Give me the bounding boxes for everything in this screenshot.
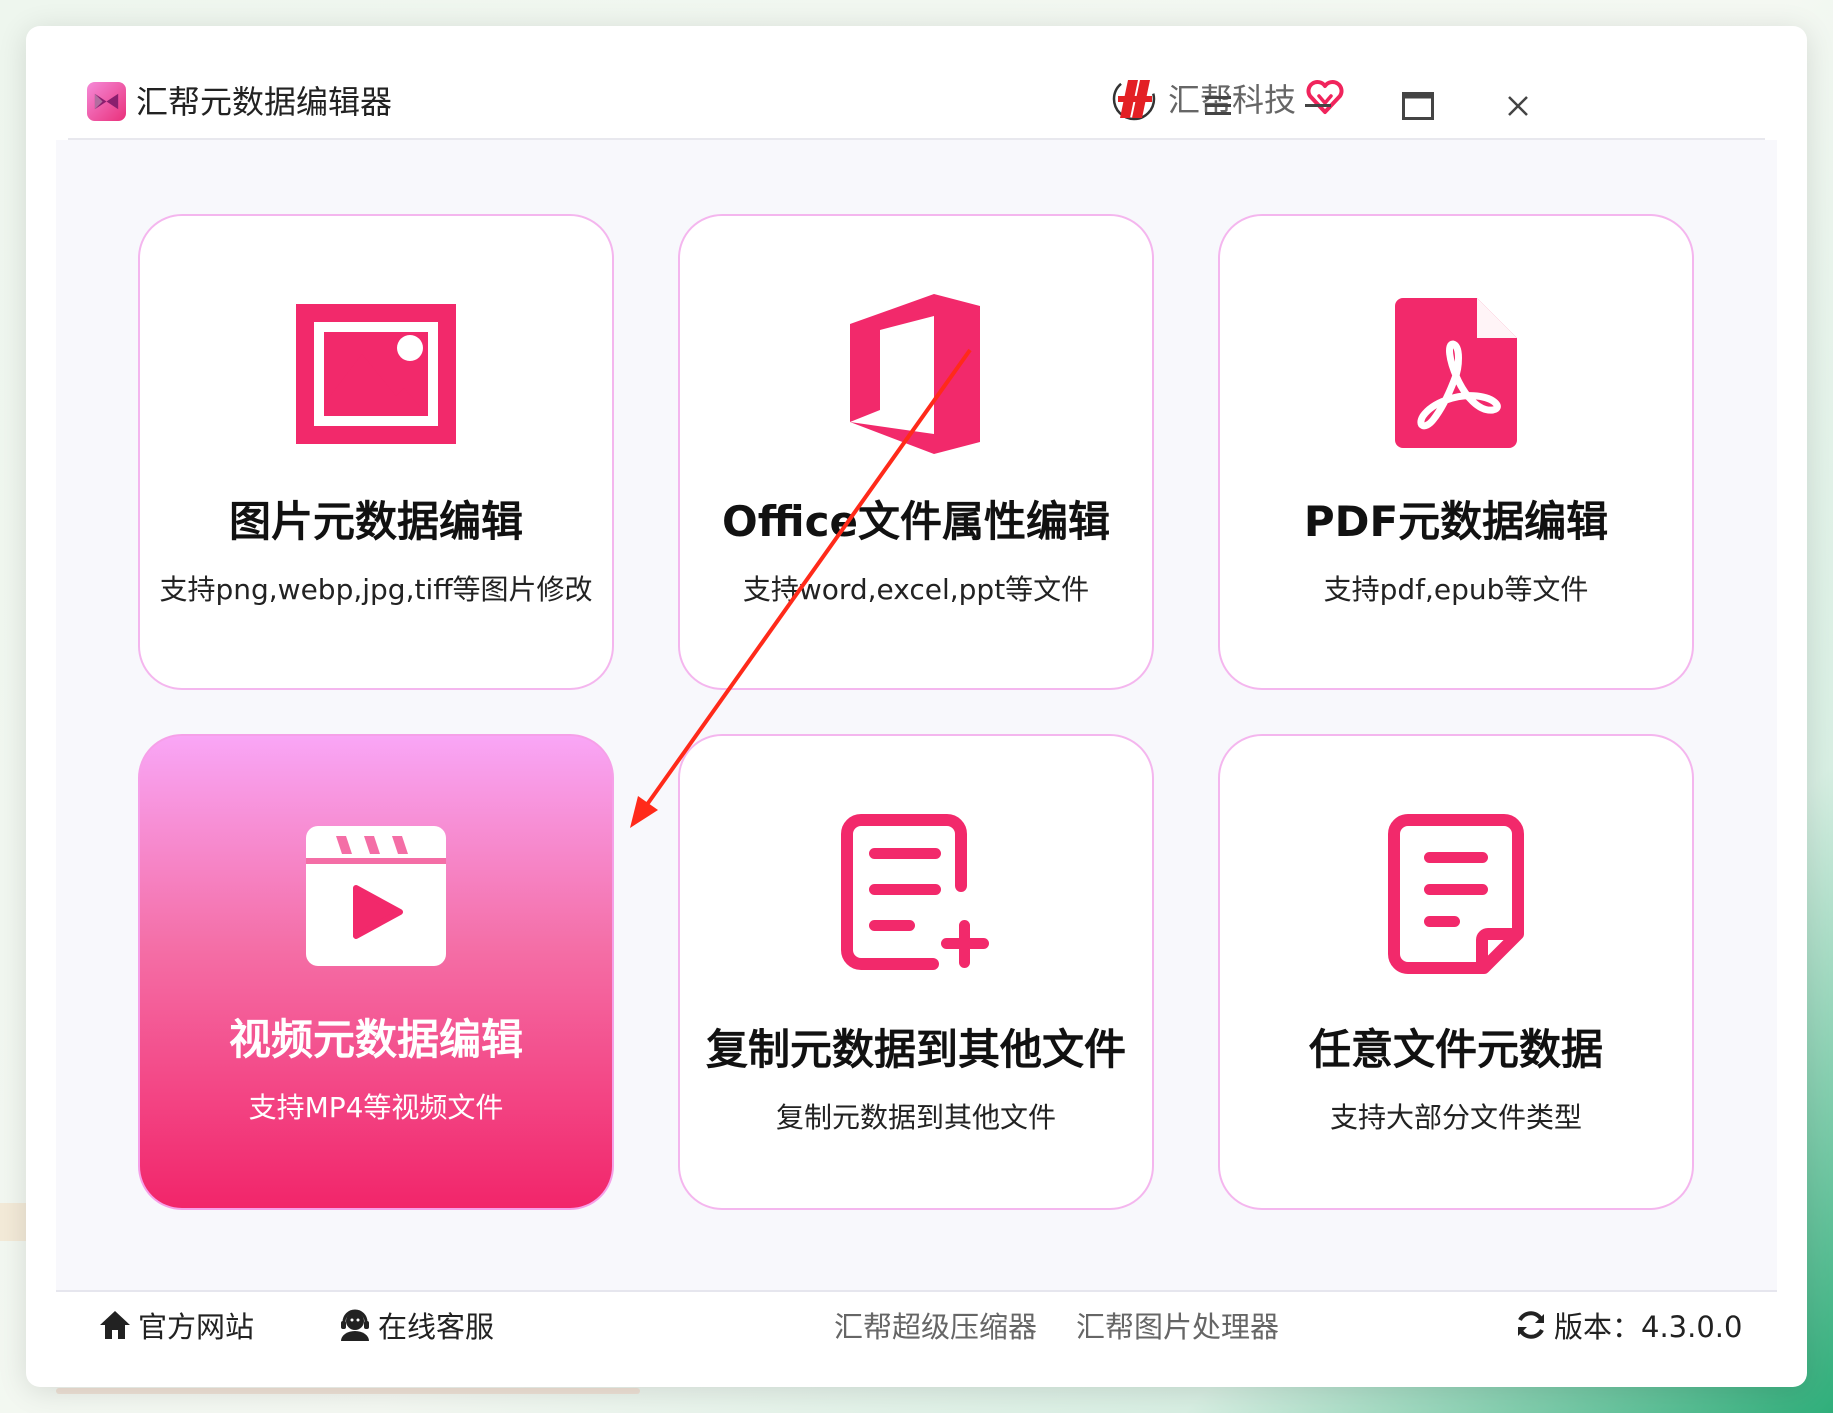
card-description: 支持png,webp,jpg,tiff等图片修改 <box>159 573 593 606</box>
document-add-icon <box>841 814 989 970</box>
card-title: 任意文件元数据 <box>1308 1025 1603 1074</box>
app-window: 汇帮元数据编辑器 汇帮科技 图片元数据编辑 支持png,webp,jpg,tif… <box>26 26 1807 1387</box>
video-icon <box>306 826 446 966</box>
card-title: 图片元数据编辑 <box>228 497 523 546</box>
close-icon <box>1508 96 1528 116</box>
card-pdf-metadata[interactable]: PDF元数据编辑 支持pdf,epub等文件 <box>1218 214 1694 690</box>
card-description: 复制元数据到其他文件 <box>775 1101 1056 1134</box>
home-icon <box>100 1311 130 1339</box>
refresh-icon <box>1518 1311 1544 1339</box>
background-bottom-strip <box>56 1388 640 1394</box>
card-title: Office文件属性编辑 <box>722 497 1110 546</box>
card-title: 视频元数据编辑 <box>228 1015 523 1064</box>
maximize-icon <box>1402 92 1434 120</box>
official-website-label: 官方网站 <box>138 1310 255 1344</box>
card-any-file-metadata[interactable]: 任意文件元数据 支持大部分文件类型 <box>1218 734 1694 1210</box>
customer-service-icon <box>341 1309 369 1341</box>
image-icon <box>296 304 456 444</box>
image-processor-link[interactable]: 汇帮图片处理器 <box>1076 1302 1279 1348</box>
online-support-link[interactable]: 在线客服 <box>338 1302 494 1348</box>
menu-button[interactable] <box>1198 86 1238 126</box>
official-website-link[interactable]: 官方网站 <box>98 1302 254 1348</box>
super-compressor-label: 汇帮超级压缩器 <box>834 1310 1038 1344</box>
close-button[interactable] <box>1498 86 1538 126</box>
version-label: 版本：4.3.0.0 <box>1554 1310 1743 1344</box>
title-bar[interactable]: 汇帮元数据编辑器 汇帮科技 <box>26 26 1807 138</box>
card-video-metadata[interactable]: 视频元数据编辑 支持MP4等视频文件 <box>138 734 614 1210</box>
main-content: 图片元数据编辑 支持png,webp,jpg,tiff等图片修改 Office文… <box>56 140 1777 1290</box>
card-description: 支持MP4等视频文件 <box>248 1091 504 1124</box>
card-office-properties[interactable]: Office文件属性编辑 支持word,excel,ppt等文件 <box>678 214 1154 690</box>
card-description: 支持pdf,epub等文件 <box>1323 573 1589 606</box>
background-strip <box>0 1203 26 1241</box>
card-description: 支持word,excel,ppt等文件 <box>742 573 1090 606</box>
version-info[interactable]: 版本：4.3.0.0 <box>1514 1302 1742 1348</box>
menu-icon <box>1205 96 1231 115</box>
app-logo-icon <box>87 82 126 121</box>
office-icon <box>850 294 980 454</box>
footer-divider <box>56 1290 1777 1292</box>
card-description: 支持大部分文件类型 <box>1329 1101 1582 1134</box>
app-title: 汇帮元数据编辑器 <box>136 83 393 121</box>
super-compressor-link[interactable]: 汇帮超级压缩器 <box>834 1302 1037 1348</box>
card-title: 复制元数据到其他文件 <box>705 1025 1126 1074</box>
card-copy-metadata[interactable]: 复制元数据到其他文件 复制元数据到其他文件 <box>678 734 1154 1210</box>
minimize-icon <box>1305 104 1331 107</box>
pdf-icon <box>1395 298 1517 448</box>
card-image-metadata[interactable]: 图片元数据编辑 支持png,webp,jpg,tiff等图片修改 <box>138 214 614 690</box>
file-icon <box>1388 814 1524 974</box>
brand-logo-icon <box>1112 77 1156 121</box>
minimize-button[interactable] <box>1298 86 1338 126</box>
image-processor-label: 汇帮图片处理器 <box>1076 1310 1280 1344</box>
online-support-label: 在线客服 <box>378 1310 495 1344</box>
card-title: PDF元数据编辑 <box>1303 497 1609 546</box>
maximize-button[interactable] <box>1398 86 1438 126</box>
